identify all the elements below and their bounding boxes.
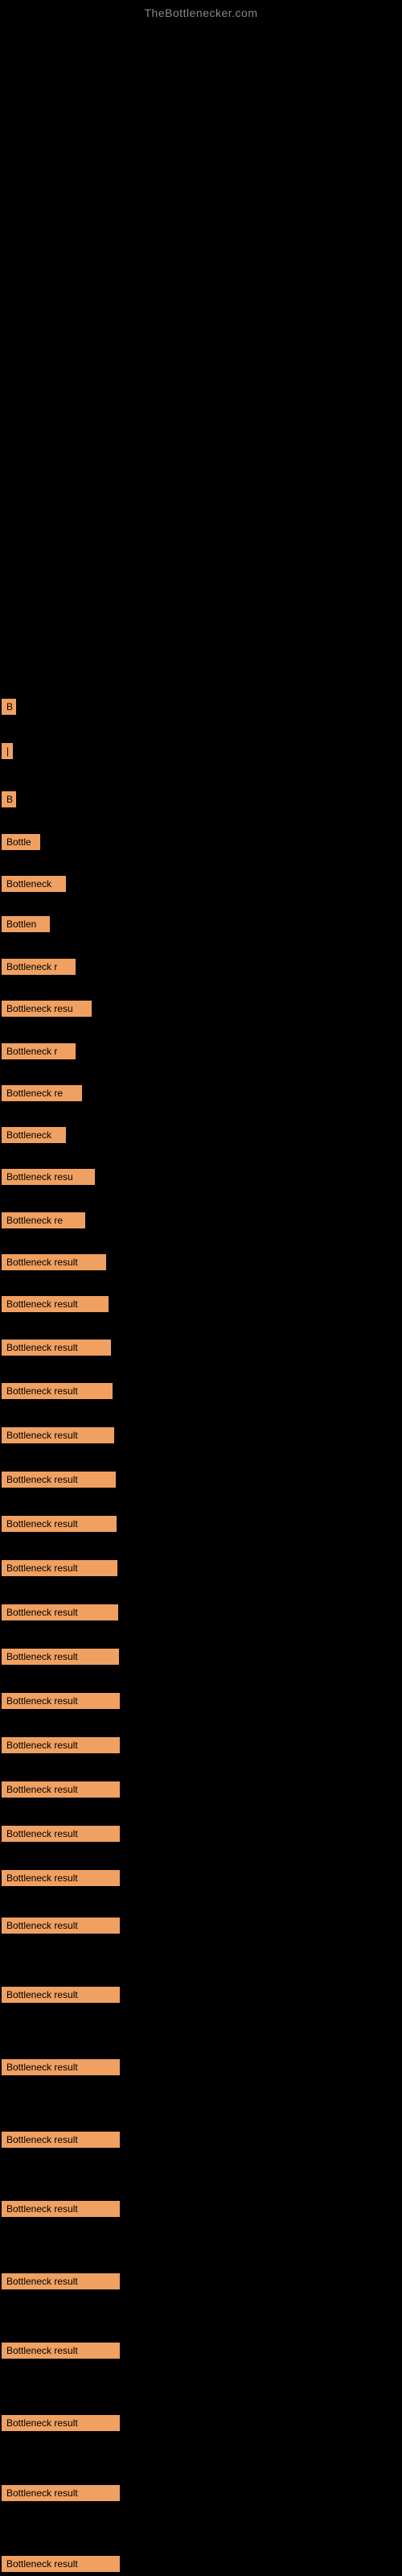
bottleneck-result-badge[interactable]: Bottleneck r: [2, 959, 76, 975]
item-row: Bottleneck result: [2, 2273, 120, 2293]
bottleneck-result-badge[interactable]: Bottleneck result: [2, 2273, 120, 2289]
item-row: Bottleneck result: [2, 1472, 116, 1492]
bottleneck-result-badge[interactable]: Bottleneck result: [2, 1781, 120, 1798]
item-row: Bottleneck result: [2, 1254, 106, 1274]
bottleneck-result-badge[interactable]: Bottleneck re: [2, 1085, 82, 1101]
item-row: B: [2, 791, 16, 811]
bottleneck-result-badge[interactable]: Bottleneck result: [2, 2556, 120, 2572]
bottleneck-result-badge[interactable]: Bottleneck r: [2, 1043, 76, 1059]
bottleneck-result-badge[interactable]: Bottleneck resu: [2, 1169, 95, 1185]
item-row: Bottleneck result: [2, 2132, 120, 2152]
item-row: Bottleneck result: [2, 2556, 120, 2576]
item-row: Bottleneck result: [2, 1296, 109, 1316]
item-row: Bottlen: [2, 916, 50, 936]
item-row: Bottleneck result: [2, 2485, 120, 2505]
item-row: |: [2, 743, 13, 763]
item-row: Bottleneck result: [2, 1781, 120, 1802]
bottleneck-result-badge[interactable]: Bottleneck result: [2, 1918, 120, 1934]
bottleneck-result-badge[interactable]: Bottleneck re: [2, 1212, 85, 1228]
item-row: Bottleneck result: [2, 2059, 120, 2079]
bottleneck-result-badge[interactable]: Bottleneck result: [2, 1870, 120, 1886]
item-row: Bottleneck result: [2, 1604, 118, 1624]
item-row: Bottleneck result: [2, 2201, 120, 2221]
bottleneck-result-badge[interactable]: Bottleneck result: [2, 2485, 120, 2501]
bottleneck-result-badge[interactable]: B: [2, 699, 16, 715]
item-row: Bottleneck result: [2, 1987, 120, 2007]
bottleneck-result-badge[interactable]: Bottleneck result: [2, 1649, 119, 1665]
bottleneck-result-badge[interactable]: Bottleneck result: [2, 1826, 120, 1842]
bottleneck-result-badge[interactable]: Bottleneck: [2, 1127, 66, 1143]
item-row: B: [2, 699, 16, 719]
bottleneck-result-badge[interactable]: Bottleneck result: [2, 1296, 109, 1312]
item-row: Bottleneck result: [2, 1693, 120, 1713]
bottleneck-result-badge[interactable]: Bottleneck result: [2, 2201, 120, 2217]
item-row: Bottleneck: [2, 1127, 66, 1147]
bottleneck-result-badge[interactable]: Bottleneck: [2, 876, 66, 892]
item-row: Bottleneck r: [2, 1043, 76, 1063]
bottleneck-result-badge[interactable]: Bottleneck resu: [2, 1001, 92, 1017]
item-row: Bottleneck resu: [2, 1001, 92, 1021]
bottleneck-result-badge[interactable]: Bottleneck result: [2, 1254, 106, 1270]
item-row: Bottle: [2, 834, 40, 854]
bottleneck-result-badge[interactable]: Bottleneck result: [2, 2415, 120, 2431]
item-row: Bottleneck result: [2, 1870, 120, 1890]
item-row: Bottleneck r: [2, 959, 76, 979]
bottleneck-result-badge[interactable]: Bottleneck result: [2, 2059, 120, 2075]
item-row: Bottleneck result: [2, 1826, 120, 1846]
item-row: Bottleneck result: [2, 2343, 120, 2363]
bottleneck-result-badge[interactable]: B: [2, 791, 16, 807]
bottleneck-result-badge[interactable]: Bottleneck result: [2, 1472, 116, 1488]
bottleneck-result-badge[interactable]: Bottleneck result: [2, 1427, 114, 1443]
bottleneck-result-badge[interactable]: Bottleneck result: [2, 2343, 120, 2359]
bottleneck-result-badge[interactable]: Bottlen: [2, 916, 50, 932]
item-row: Bottleneck result: [2, 1383, 113, 1403]
bottleneck-result-badge[interactable]: Bottleneck result: [2, 1604, 118, 1620]
item-row: Bottleneck re: [2, 1212, 85, 1232]
item-row: Bottleneck resu: [2, 1169, 95, 1189]
item-row: Bottleneck result: [2, 1649, 119, 1669]
item-row: Bottleneck result: [2, 2415, 120, 2435]
item-row: Bottleneck result: [2, 1427, 114, 1447]
site-title: TheBottlenecker.com: [0, 0, 402, 23]
item-row: Bottleneck result: [2, 1737, 120, 1757]
item-row: Bottleneck result: [2, 1516, 117, 1536]
item-row: Bottleneck result: [2, 1560, 117, 1580]
bottleneck-result-badge[interactable]: Bottleneck result: [2, 1693, 120, 1709]
bottleneck-result-badge[interactable]: Bottle: [2, 834, 40, 850]
item-row: Bottleneck result: [2, 1918, 120, 1938]
bottleneck-result-badge[interactable]: |: [2, 743, 13, 759]
bottleneck-result-badge[interactable]: Bottleneck result: [2, 1340, 111, 1356]
item-row: Bottleneck result: [2, 1340, 111, 1360]
bottleneck-result-badge[interactable]: Bottleneck result: [2, 1737, 120, 1753]
bottleneck-result-badge[interactable]: Bottleneck result: [2, 2132, 120, 2148]
bottleneck-result-badge[interactable]: Bottleneck result: [2, 1560, 117, 1576]
bottleneck-result-badge[interactable]: Bottleneck result: [2, 1987, 120, 2003]
item-row: Bottleneck: [2, 876, 66, 896]
item-row: Bottleneck re: [2, 1085, 82, 1105]
bottleneck-result-badge[interactable]: Bottleneck result: [2, 1383, 113, 1399]
bottleneck-result-badge[interactable]: Bottleneck result: [2, 1516, 117, 1532]
